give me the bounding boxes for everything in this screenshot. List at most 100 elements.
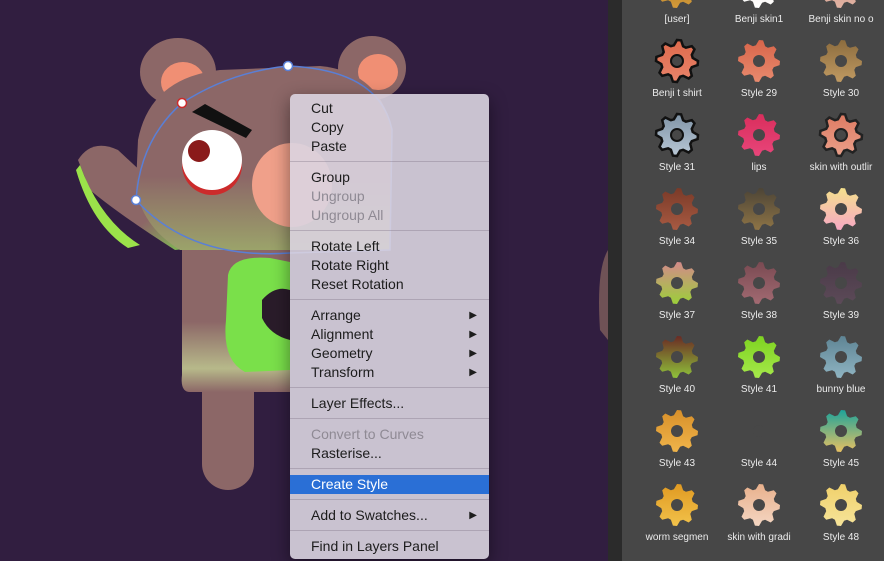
style-swatch-style-45[interactable]: Style 45 [800,406,882,480]
style-swatch-style-36[interactable]: Style 36 [800,184,882,258]
context-menu: Cut Copy Paste Group Ungroup Ungroup All Rotat… [290,94,489,559]
menu-item-geometry[interactable]: Geometry ▶ [290,344,489,363]
menu-item-arrange[interactable]: Arrange ▶ [290,306,489,325]
menu-item-label: Create Style [311,476,389,492]
gear-icon [656,484,698,526]
gear-icon [824,0,856,8]
gear-icon [660,0,692,8]
style-swatch-style-48[interactable]: Style 48 [800,480,882,554]
style-swatch-style-29[interactable]: Style 29 [718,36,800,110]
style-swatch-label: Benji t shirt [652,88,702,99]
menu-item-ungroup: Ungroup [290,187,489,206]
style-swatch-user[interactable]: [user] [636,0,718,36]
style-swatch-label: Style 34 [658,236,696,247]
menu-item-paste[interactable]: Paste [290,137,489,156]
style-swatch-label: skin with gradi [727,532,791,543]
style-swatch-lips[interactable]: lips [718,110,800,184]
menu-item-reset-rotation[interactable]: Reset Rotation [290,275,489,294]
menu-separator [290,468,489,469]
style-swatch-style-30[interactable]: Style 30 [800,36,882,110]
menu-separator [290,387,489,388]
menu-item-label: Group [311,169,350,185]
menu-item-label: Ungroup All [311,207,384,223]
style-swatch-label: worm segmen [645,532,709,543]
menu-item-copy[interactable]: Copy [290,118,489,137]
style-swatch-style-44[interactable]: Style 44 [718,406,800,480]
style-swatch-style-39[interactable]: Style 39 [800,258,882,332]
gear-icon [820,484,862,526]
gear-icon [738,410,780,452]
menu-separator [290,530,489,531]
menu-separator [290,299,489,300]
menu-item-rotate-right[interactable]: Rotate Right [290,256,489,275]
style-swatch-label: Style 30 [822,88,860,99]
style-swatch-style-34[interactable]: Style 34 [636,184,718,258]
gear-icon [738,114,780,156]
menu-item-group[interactable]: Group [290,168,489,187]
gear-icon [818,112,864,158]
menu-item-label: Transform [311,364,375,380]
bear-eye-white [182,130,242,190]
selection-node [176,97,188,109]
style-swatch-style-43[interactable]: Style 43 [636,406,718,480]
gear-icon [738,188,780,230]
menu-item-rasterise[interactable]: Rasterise... [290,444,489,463]
style-swatch-style-35[interactable]: Style 35 [718,184,800,258]
style-swatch-benji-skin1[interactable]: Benji skin1 [718,0,800,36]
style-swatch-style-41[interactable]: Style 41 [718,332,800,406]
style-swatch-style-40[interactable]: Style 40 [636,332,718,406]
style-swatch-label: Style 38 [740,310,778,321]
style-swatch-style-31[interactable]: Style 31 [636,110,718,184]
gear-icon [656,336,698,378]
style-swatch-benji-skin-no-o[interactable]: Benji skin no o [800,0,882,36]
style-swatch-label: [user] [664,14,690,25]
submenu-arrow-icon: ▶ [469,310,477,321]
style-swatch-skin-with-outlir[interactable]: skin with outlir [800,110,882,184]
style-swatch-bunny-blue[interactable]: bunny blue [800,332,882,406]
menu-item-ungroup-all: Ungroup All [290,206,489,225]
menu-item-rotate-left[interactable]: Rotate Left [290,237,489,256]
style-swatch-style-38[interactable]: Style 38 [718,258,800,332]
gear-icon [820,40,862,82]
style-swatch-label: Benji skin1 [734,14,784,25]
menu-item-convert-to-curves: Convert to Curves [290,425,489,444]
menu-item-label: Reset Rotation [311,276,404,292]
menu-item-find-in-layers-panel[interactable]: Find in Layers Panel [290,537,489,556]
submenu-arrow-icon: ▶ [469,367,477,378]
style-swatch-label: skin with outlir [809,162,873,173]
menu-item-alignment[interactable]: Alignment ▶ [290,325,489,344]
style-swatch-label: Style 48 [822,532,860,543]
style-swatch-label: Style 44 [740,458,778,469]
menu-item-label: Find in Layers Panel [311,538,439,554]
gear-icon [654,38,700,84]
style-swatch-label: Style 31 [658,162,696,173]
style-swatch-label: Style 37 [658,310,696,321]
menu-item-label: Copy [311,119,344,135]
gear-icon [656,188,698,230]
style-swatch-label: Style 29 [740,88,778,99]
selection-node [282,60,294,72]
style-swatch-skin-with-gradi[interactable]: skin with gradi [718,480,800,554]
menu-item-label: Rotate Left [311,238,380,254]
menu-separator [290,499,489,500]
style-swatch-label: Style 39 [822,310,860,321]
menu-item-transform[interactable]: Transform ▶ [290,363,489,382]
menu-item-label: Rasterise... [311,445,382,461]
menu-item-create-style[interactable]: Create Style [290,475,489,494]
styles-grid: [user] Benji skin1 Benji skin no o Benji t … [622,0,884,561]
menu-item-label: Add to Swatches... [311,507,428,523]
style-swatch-benji-t-shirt[interactable]: Benji t shirt [636,36,718,110]
menu-separator [290,230,489,231]
style-swatch-style-37[interactable]: Style 37 [636,258,718,332]
gear-icon [656,262,698,304]
gear-icon [656,410,698,452]
menu-item-cut[interactable]: Cut [290,99,489,118]
menu-item-add-to-swatches[interactable]: Add to Swatches... ▶ [290,506,489,525]
menu-item-label: Ungroup [311,188,365,204]
style-swatch-label: Style 35 [740,236,778,247]
menu-item-label: Geometry [311,345,373,361]
styles-panel: [user] Benji skin1 Benji skin no o Benji t … [608,0,884,561]
menu-item-layer-effects[interactable]: Layer Effects... [290,394,489,413]
style-swatch-worm-segmen[interactable]: worm segmen [636,480,718,554]
submenu-arrow-icon: ▶ [469,510,477,521]
